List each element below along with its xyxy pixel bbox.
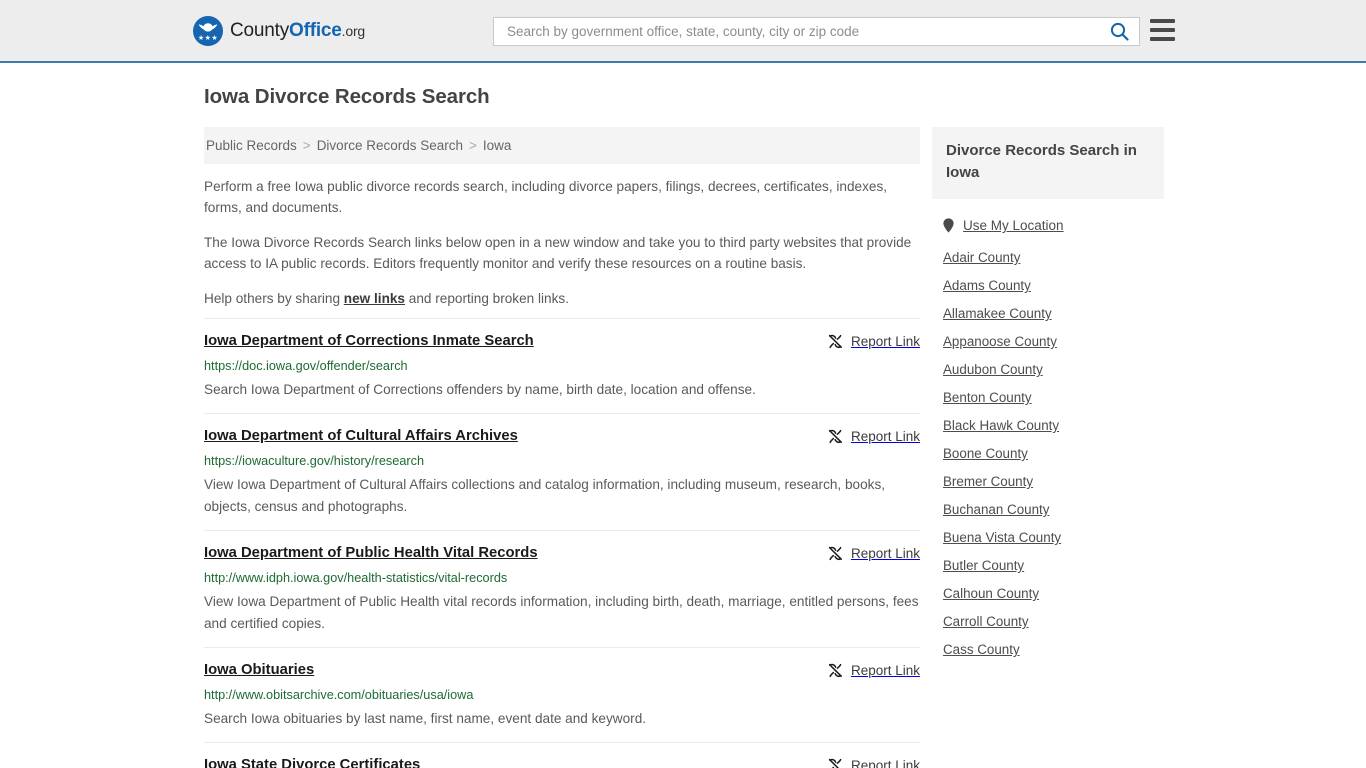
result-title-link[interactable]: Iowa State Divorce Certificates xyxy=(204,756,420,768)
intro-text-after: and reporting broken links. xyxy=(405,291,569,306)
result-title-link[interactable]: Iowa Department of Cultural Affairs Arch… xyxy=(204,427,518,446)
broken-link-icon xyxy=(828,663,842,678)
county-link-benton[interactable]: Benton County xyxy=(942,378,1164,406)
intro-section: Perform a free Iowa public divorce recor… xyxy=(204,164,920,309)
county-link-bremer[interactable]: Bremer County xyxy=(942,462,1164,490)
use-my-location-link[interactable]: Use My Location xyxy=(942,199,1164,238)
intro-paragraph-2: The Iowa Divorce Records Search links be… xyxy=(204,235,912,271)
search-button[interactable] xyxy=(1106,22,1133,41)
search-input[interactable] xyxy=(505,18,1106,45)
eagle-icon xyxy=(198,22,218,32)
report-link-label: Report Link xyxy=(850,663,920,678)
result-description: View Iowa Department of Cultural Affairs… xyxy=(204,477,886,514)
breadcrumb-item-iowa: Iowa xyxy=(482,138,512,153)
report-link-label: Report Link xyxy=(850,429,920,444)
county-office-logo-icon: ★★★ xyxy=(193,15,223,46)
logo-bold: Office xyxy=(289,19,342,41)
broken-link-icon xyxy=(828,546,842,561)
content-columns: Public Records > Divorce Records Search … xyxy=(204,127,1366,768)
sidebar-heading: Divorce Records Search in Iowa xyxy=(932,127,1164,199)
logo-suffix: .org xyxy=(341,22,366,39)
county-link-adams[interactable]: Adams County xyxy=(942,266,1164,294)
result-header: Iowa Department of Cultural Affairs Arch… xyxy=(204,427,920,446)
page-title: Iowa Divorce Records Search xyxy=(204,85,490,108)
result-url[interactable]: https://doc.iowa.gov/offender/search xyxy=(204,358,920,374)
result-description: Search Iowa obituaries by last name, fir… xyxy=(204,711,647,726)
map-pin-icon xyxy=(943,218,954,233)
breadcrumb-item-public-records[interactable]: Public Records xyxy=(206,138,297,153)
result-header: Iowa Obituaries Report Link xyxy=(204,661,920,680)
county-link-carroll[interactable]: Carroll County xyxy=(942,602,1164,630)
breadcrumb: Public Records > Divorce Records Search … xyxy=(204,127,920,164)
report-link-button[interactable]: Report Link xyxy=(827,545,920,562)
breadcrumb-separator: > xyxy=(302,138,311,153)
result-title-link[interactable]: Iowa Obituaries xyxy=(204,661,314,680)
breadcrumb-separator: > xyxy=(469,138,477,153)
result-url[interactable]: http://www.idph.iowa.gov/health-statisti… xyxy=(204,570,920,586)
county-link-butler[interactable]: Butler County xyxy=(942,546,1164,574)
breadcrumb-item-divorce-records-search[interactable]: Divorce Records Search xyxy=(317,138,463,153)
intro-text-before: Help others by sharing xyxy=(204,291,344,306)
broken-link-icon xyxy=(828,758,842,768)
site-logo[interactable]: ★★★ CountyOffice.org xyxy=(193,15,365,46)
site-logo-text: CountyOffice.org xyxy=(230,20,365,42)
county-link-buena-vista[interactable]: Buena Vista County xyxy=(942,518,1164,546)
logo-prefix: County xyxy=(230,19,290,41)
result-item: Iowa State Divorce Certificates Report L… xyxy=(204,742,920,768)
new-links-link[interactable]: new links xyxy=(344,291,405,306)
result-item: Iowa Department of Public Health Vital R… xyxy=(204,530,920,647)
county-link-black-hawk[interactable]: Black Hawk County xyxy=(942,406,1164,434)
report-link-label: Report Link xyxy=(850,334,920,349)
county-link-audubon[interactable]: Audubon County xyxy=(942,350,1164,378)
county-link-appanoose[interactable]: Appanoose County xyxy=(942,322,1164,350)
search-icon xyxy=(1110,22,1129,41)
result-item: Iowa Obituaries Report Link http://www.o… xyxy=(204,647,920,742)
county-link-allamakee[interactable]: Allamakee County xyxy=(942,294,1164,322)
result-description: View Iowa Department of Public Health vi… xyxy=(204,594,919,631)
broken-link-icon xyxy=(828,334,842,349)
result-url[interactable]: http://www.obitsarchive.com/obituaries/u… xyxy=(204,687,920,703)
broken-link-icon xyxy=(828,429,842,444)
report-link-button[interactable]: Report Link xyxy=(827,757,920,768)
site-header: ★★★ CountyOffice.org xyxy=(0,0,1366,63)
result-header: Iowa Department of Public Health Vital R… xyxy=(204,544,920,563)
report-link-button[interactable]: Report Link xyxy=(827,662,920,679)
sidebar: Divorce Records Search in Iowa Use My Lo… xyxy=(932,127,1164,658)
result-url[interactable]: https://iowaculture.gov/history/research xyxy=(204,453,920,469)
result-item: Iowa Department of Corrections Inmate Se… xyxy=(204,318,920,413)
county-link-adair[interactable]: Adair County xyxy=(942,238,1164,266)
result-title-link[interactable]: Iowa Department of Public Health Vital R… xyxy=(204,544,538,563)
page-body: Iowa Divorce Records Search Public Recor… xyxy=(0,63,1366,768)
report-link-button[interactable]: Report Link xyxy=(827,333,920,350)
result-header: Iowa Department of Corrections Inmate Se… xyxy=(204,332,920,351)
use-my-location-label: Use My Location xyxy=(963,218,1064,233)
hamburger-bar xyxy=(1150,19,1175,23)
stars-icon: ★★★ xyxy=(197,34,219,42)
report-link-label: Report Link xyxy=(850,546,920,561)
main-column: Public Records > Divorce Records Search … xyxy=(204,127,920,768)
result-header: Iowa State Divorce Certificates Report L… xyxy=(204,756,920,768)
hamburger-bar xyxy=(1150,37,1175,41)
report-link-label: Report Link xyxy=(850,758,920,768)
result-item: Iowa Department of Cultural Affairs Arch… xyxy=(204,413,920,530)
county-link-cass[interactable]: Cass County xyxy=(942,630,1164,658)
result-title-link[interactable]: Iowa Department of Corrections Inmate Se… xyxy=(204,332,534,351)
result-description: Search Iowa Department of Corrections of… xyxy=(204,382,756,397)
search-box[interactable] xyxy=(493,17,1140,46)
county-link-buchanan[interactable]: Buchanan County xyxy=(942,490,1164,518)
menu-button[interactable] xyxy=(1150,19,1175,41)
sidebar-list: Use My Location Adair County Adams Count… xyxy=(932,199,1164,658)
intro-paragraph-1: Perform a free Iowa public divorce recor… xyxy=(204,179,888,215)
report-link-button[interactable]: Report Link xyxy=(827,428,920,445)
hamburger-bar xyxy=(1150,28,1175,32)
county-link-boone[interactable]: Boone County xyxy=(942,434,1164,462)
county-link-calhoun[interactable]: Calhoun County xyxy=(942,574,1164,602)
intro-paragraph-3: Help others by sharing new links and rep… xyxy=(204,288,920,309)
search-area xyxy=(493,17,1140,46)
